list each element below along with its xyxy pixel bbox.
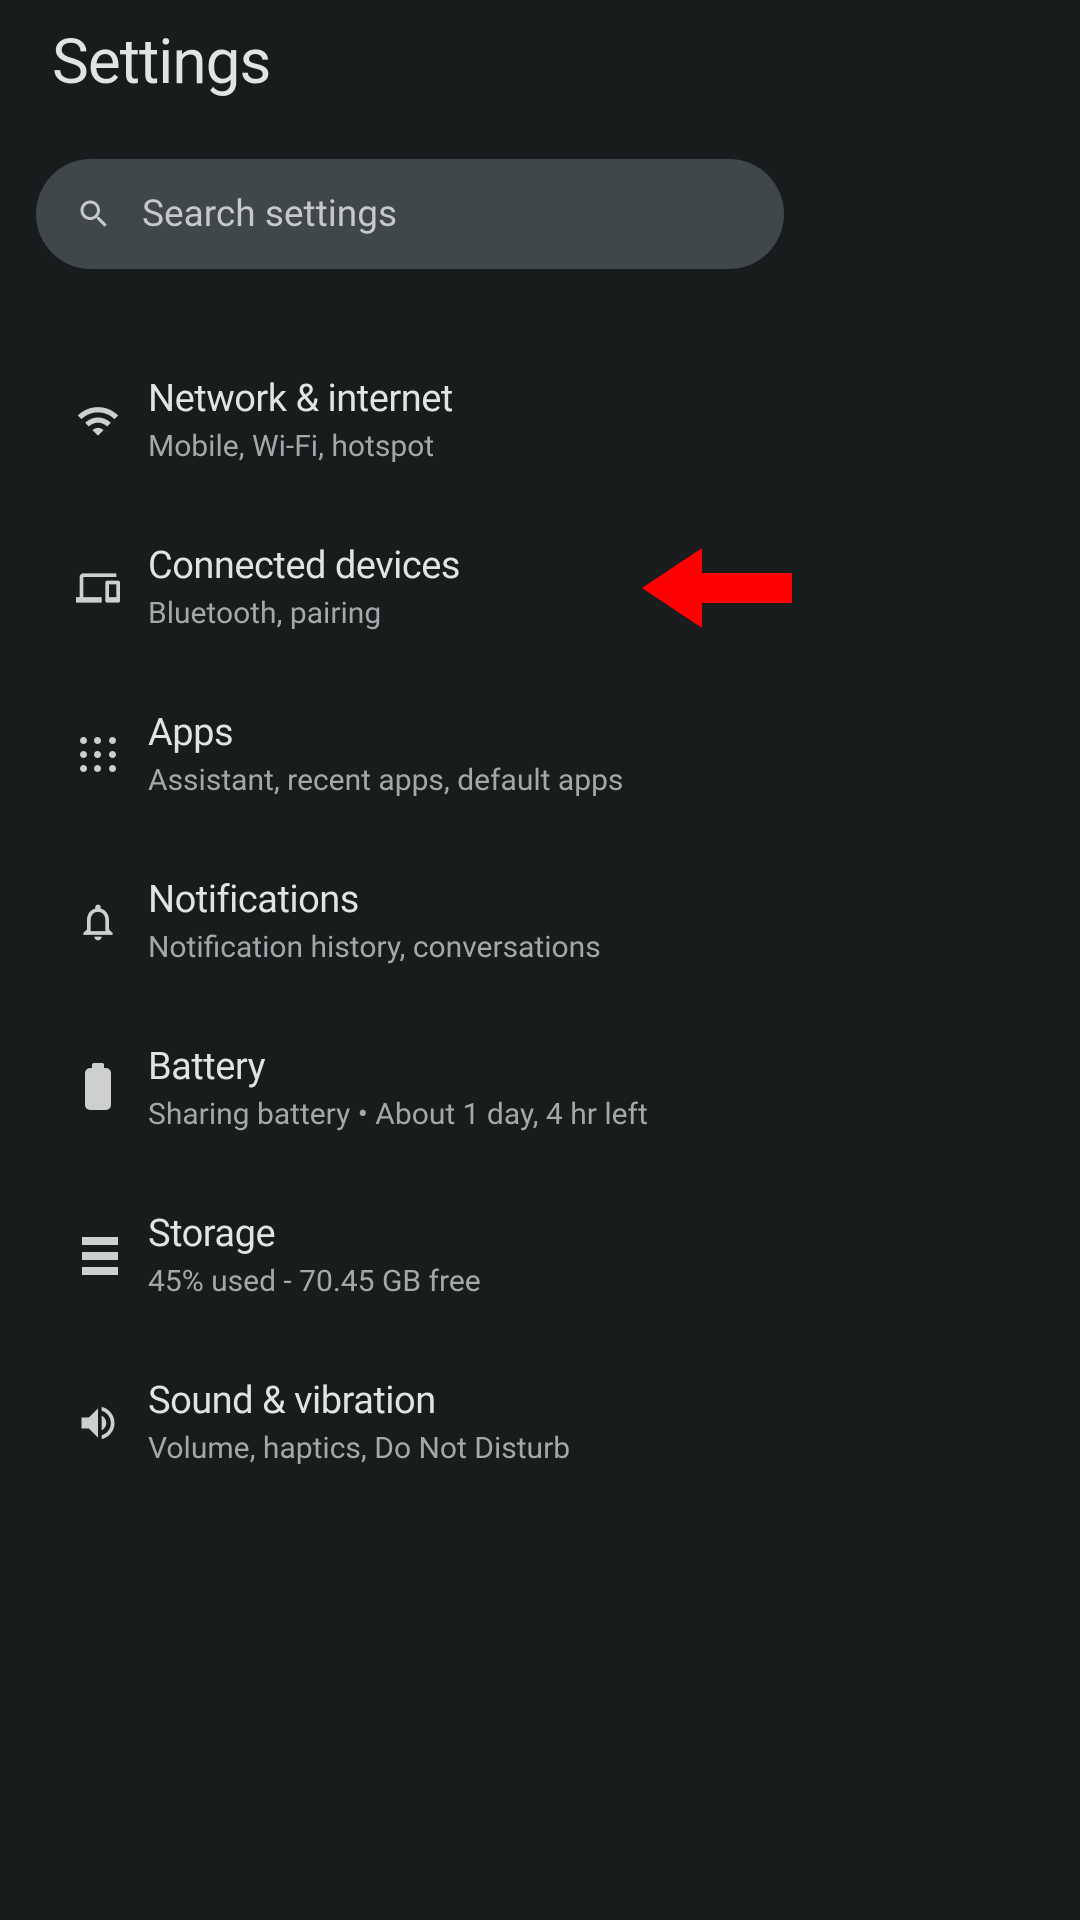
bell-icon [48,900,148,944]
apps-icon [48,737,148,773]
item-subtitle: Mobile, Wi-Fi, hotspot [148,429,772,464]
settings-item-network[interactable]: Network & internet Mobile, Wi-Fi, hotspo… [36,337,784,504]
item-subtitle: Volume, haptics, Do Not Disturb [148,1431,772,1466]
sound-icon [48,1401,148,1445]
settings-item-storage[interactable]: Storage 45% used - 70.45 GB free [36,1172,784,1339]
item-title: Apps [148,711,772,755]
devices-icon [48,566,148,610]
item-subtitle: Assistant, recent apps, default apps [148,763,772,798]
item-title: Storage [148,1212,772,1256]
storage-icon [48,1237,148,1275]
page-title: Settings [36,26,784,99]
wifi-icon [48,399,148,443]
item-subtitle: 45% used - 70.45 GB free [148,1264,772,1299]
search-icon [76,196,112,232]
item-subtitle: Sharing battery • About 1 day, 4 hr left [148,1097,772,1132]
settings-list: Network & internet Mobile, Wi-Fi, hotspo… [36,337,784,1506]
settings-item-notifications[interactable]: Notifications Notification history, conv… [36,838,784,1005]
settings-item-apps[interactable]: Apps Assistant, recent apps, default app… [36,671,784,838]
item-subtitle: Notification history, conversations [148,930,772,965]
item-title: Battery [148,1045,772,1089]
item-title: Notifications [148,878,772,922]
settings-item-connected-devices[interactable]: Connected devices Bluetooth, pairing [36,504,784,671]
annotation-arrow-icon [642,538,792,638]
settings-item-sound[interactable]: Sound & vibration Volume, haptics, Do No… [36,1339,784,1506]
search-input[interactable]: Search settings [36,159,784,269]
battery-icon [48,1068,148,1110]
item-title: Sound & vibration [148,1379,772,1423]
item-title: Network & internet [148,377,772,421]
search-placeholder: Search settings [142,193,397,236]
settings-item-battery[interactable]: Battery Sharing battery • About 1 day, 4… [36,1005,784,1172]
